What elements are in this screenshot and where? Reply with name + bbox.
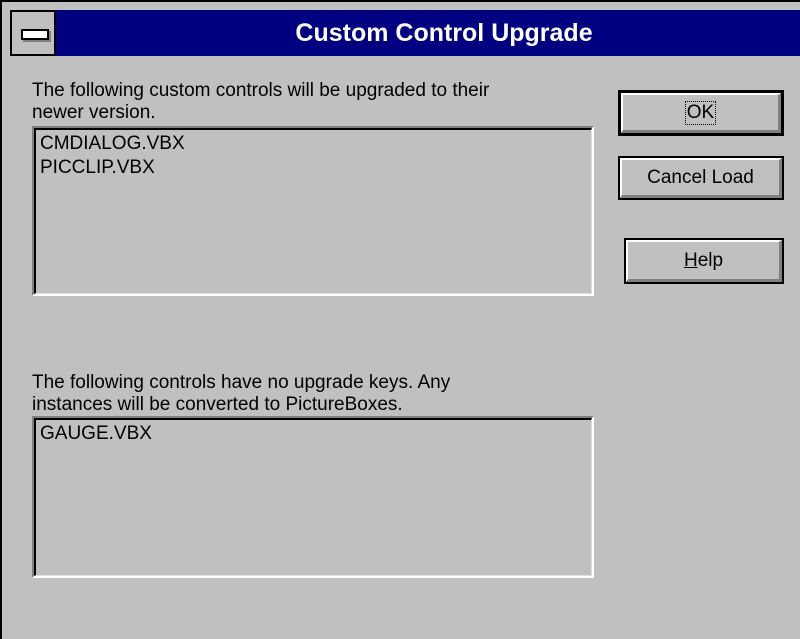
list-item[interactable]: GAUGE.VBX bbox=[36, 422, 152, 446]
ok-button-face: OK bbox=[621, 93, 781, 133]
ok-button[interactable]: OK bbox=[618, 90, 784, 136]
cancel-load-button-face: Cancel Load bbox=[620, 158, 782, 198]
system-menu-button[interactable] bbox=[10, 10, 56, 56]
upgrade-label-line2: newer version. bbox=[32, 102, 156, 123]
no-upgrade-label-line2: instances will be converted to PictureBo… bbox=[32, 394, 403, 415]
title-bar[interactable]: Custom Control Upgrade bbox=[10, 10, 800, 56]
no-upgrade-label-line1: The following controls have no upgrade k… bbox=[32, 372, 451, 393]
upgrade-label-line1: The following custom controls will be up… bbox=[32, 80, 490, 101]
list-item[interactable]: PICCLIP.VBX bbox=[36, 156, 185, 180]
cancel-load-button[interactable]: Cancel Load bbox=[618, 156, 784, 200]
no-upgrade-list[interactable]: GAUGE.VBX bbox=[32, 416, 594, 578]
ok-button-label: OK bbox=[684, 100, 717, 125]
system-menu-icon bbox=[21, 29, 49, 40]
no-upgrade-list-items: GAUGE.VBX bbox=[36, 422, 152, 446]
help-button[interactable]: Help bbox=[624, 238, 784, 284]
help-button-label: Help bbox=[683, 249, 724, 271]
dialog-window: Custom Control Upgrade The following cus… bbox=[0, 0, 800, 639]
upgrade-list-items: CMDIALOG.VBX PICCLIP.VBX bbox=[36, 132, 185, 180]
cancel-load-button-label: Cancel Load bbox=[647, 166, 754, 188]
window-title: Custom Control Upgrade bbox=[295, 19, 593, 47]
help-button-face: Help bbox=[626, 240, 782, 282]
list-item[interactable]: CMDIALOG.VBX bbox=[36, 132, 185, 156]
upgrade-list[interactable]: CMDIALOG.VBX PICCLIP.VBX bbox=[32, 126, 594, 296]
